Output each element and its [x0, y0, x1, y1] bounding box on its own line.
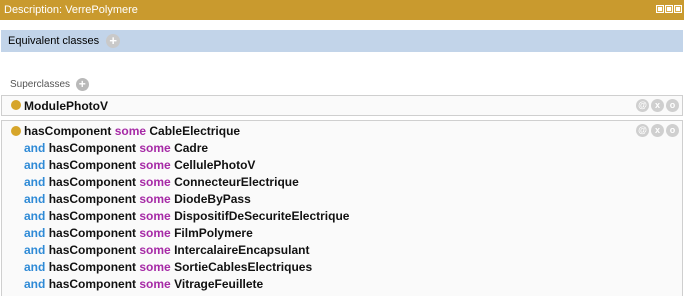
expression-line: and hasComponent some FilmPolymere: [24, 225, 253, 241]
filler-class: VitrageFeuillete: [174, 277, 264, 291]
add-superclass-button[interactable]: +: [75, 78, 89, 91]
filler-class: DispositifDeSecuriteElectrique: [174, 209, 350, 223]
quantifier-keyword: some: [139, 141, 171, 155]
entry-controls: @ x o: [636, 99, 679, 112]
filler-class: Cadre: [174, 141, 209, 155]
property-name: hasComponent: [48, 243, 137, 257]
quantifier-keyword: some: [139, 158, 171, 172]
expression-line: hasComponent some CableElectrique: [24, 123, 240, 139]
annotate-button[interactable]: @: [636, 124, 649, 137]
quantifier-keyword: some: [139, 175, 171, 189]
property-name: hasComponent: [48, 192, 137, 206]
expression-line: and hasComponent some ConnecteurElectriq…: [24, 174, 299, 190]
and-keyword: and: [24, 260, 46, 274]
and-keyword: and: [24, 209, 46, 223]
class-dot-icon: [11, 100, 21, 110]
edit-button[interactable]: o: [666, 124, 679, 137]
quantifier-keyword: some: [139, 260, 171, 274]
and-keyword: and: [24, 158, 46, 172]
remove-button[interactable]: x: [651, 124, 664, 137]
expression-line: and hasComponent some VitrageFeuillete: [24, 276, 263, 292]
property-name: hasComponent: [48, 260, 137, 274]
expression-line: and hasComponent some CellulePhotoV: [24, 157, 255, 173]
superclass-name: ModulePhotoV: [24, 99, 108, 113]
quantifier-keyword: some: [139, 192, 171, 206]
expression-line: and hasComponent some DiodeByPass: [24, 191, 251, 207]
quantifier-keyword: some: [139, 226, 171, 240]
superclasses-header: Superclasses +: [10, 78, 89, 92]
expression-line: and hasComponent some Cadre: [24, 140, 208, 156]
superclasses-label: Superclasses: [10, 79, 71, 91]
and-keyword: and: [24, 141, 46, 155]
property-name: hasComponent: [48, 209, 137, 223]
and-keyword: and: [24, 243, 46, 257]
quantifier-keyword: some: [114, 124, 147, 138]
expression-line: and hasComponent some DispositifDeSecuri…: [24, 208, 349, 224]
property-name: hasComponent: [48, 226, 137, 240]
add-equivalent-class-button[interactable]: +: [106, 34, 121, 49]
view-title: Description: VerrePolymere: [4, 4, 138, 16]
filler-class: CellulePhotoV: [174, 158, 256, 172]
equivalent-classes-header: Equivalent classes +: [1, 30, 683, 52]
quantifier-keyword: some: [139, 277, 171, 291]
and-keyword: and: [24, 175, 46, 189]
property-name: hasComponent: [48, 141, 137, 155]
and-keyword: and: [24, 226, 46, 240]
edit-button[interactable]: o: [666, 99, 679, 112]
quantifier-keyword: some: [139, 209, 171, 223]
quantifier-keyword: some: [139, 243, 171, 257]
filler-class: DiodeByPass: [174, 192, 251, 206]
expression-line: and hasComponent some SortieCablesElectr…: [24, 259, 312, 275]
remove-button[interactable]: x: [651, 99, 664, 112]
filler-class: IntercalaireEncapsulant: [174, 243, 310, 257]
filler-class: CableElectrique: [149, 124, 241, 138]
superclass-expression-entry[interactable]: hasComponent some CableElectrique @ x o …: [1, 120, 683, 296]
entry-controls: @ x o: [636, 124, 679, 137]
property-name: hasComponent: [48, 175, 137, 189]
superclass-entry[interactable]: ModulePhotoV @ x o: [1, 95, 683, 116]
view-title-bar: Description: VerrePolymere: [0, 0, 684, 20]
filler-class: ConnecteurElectrique: [174, 175, 299, 189]
and-keyword: and: [24, 277, 46, 291]
maximize-icon[interactable]: [656, 5, 664, 13]
and-keyword: and: [24, 192, 46, 206]
window-buttons: [656, 5, 682, 15]
property-name: hasComponent: [48, 158, 137, 172]
equivalent-classes-label: Equivalent classes: [8, 35, 100, 47]
expression-line: and hasComponent some IntercalaireEncaps…: [24, 242, 309, 258]
property-name: hasComponent: [24, 124, 112, 138]
class-dot-icon: [11, 126, 21, 136]
filler-class: FilmPolymere: [174, 226, 253, 240]
close-icon[interactable]: [674, 5, 682, 13]
annotate-button[interactable]: @: [636, 99, 649, 112]
restore-icon[interactable]: [665, 5, 673, 13]
property-name: hasComponent: [48, 277, 137, 291]
filler-class: SortieCablesElectriques: [174, 260, 313, 274]
